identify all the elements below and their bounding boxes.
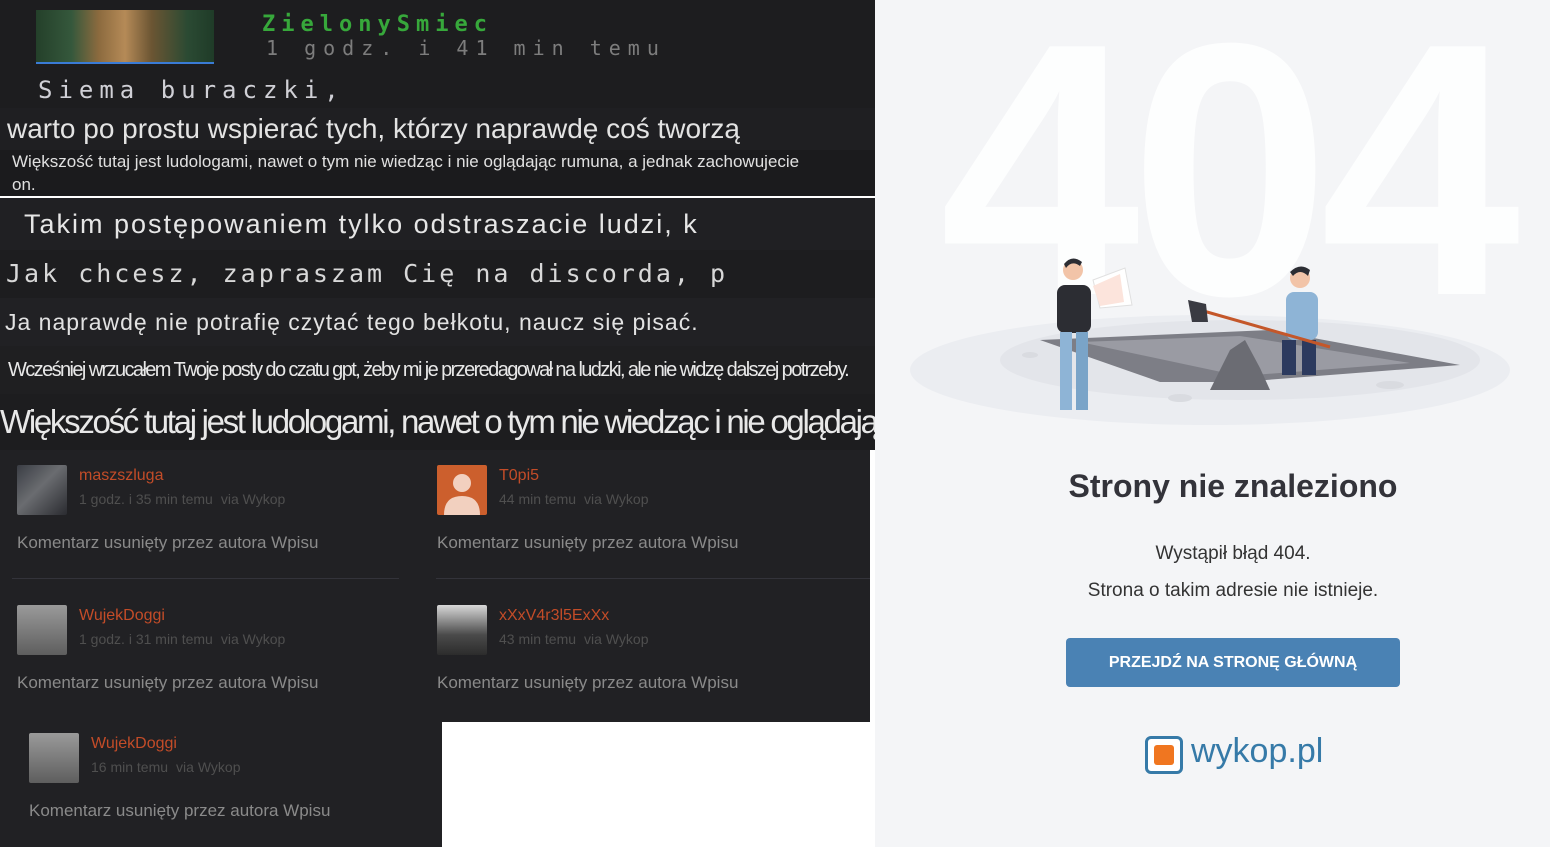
comment-time[interactable]: 16 min temu — [91, 759, 168, 775]
comment: WujekDoggi 16 min temu via Wykop Komentar… — [29, 733, 419, 853]
comment-author[interactable]: T0pi5 — [499, 467, 539, 485]
comment-text: Komentarz usunięty przez autora Wpisu — [29, 801, 331, 820]
comment-author[interactable]: maszszluga — [79, 467, 163, 485]
post-line-4: Jak chcesz, zapraszam Cię na discorda, p — [0, 250, 877, 298]
digging-workers-illustration — [910, 258, 1510, 425]
comment: xXxV4r3l5ExXx 43 min temu via Wykop Komen… — [437, 605, 827, 725]
go-home-button[interactable]: PRZEJDŹ NA STRONĘ GŁÓWNĄ — [1066, 638, 1400, 687]
post-line-1: warto po prostu wspierać tych, którzy na… — [0, 108, 877, 150]
comment-text: Komentarz usunięty przez autora Wpisu — [17, 673, 319, 692]
comment-avatar[interactable] — [17, 605, 67, 655]
comment-via[interactable]: via Wykop — [221, 491, 285, 507]
post-line-7: Większość tutaj jest ludologami, nawet o… — [0, 394, 882, 450]
comment-meta: 44 min temu via Wykop — [499, 491, 649, 507]
comment-via[interactable]: via Wykop — [584, 491, 648, 507]
post-line-6: Wcześniej wrzucałem Twoje posty do czatu… — [0, 346, 877, 394]
comment-via[interactable]: via Wykop — [584, 631, 648, 647]
post-author-avatar[interactable] — [36, 10, 214, 64]
comment-avatar[interactable] — [437, 605, 487, 655]
comment-time[interactable]: 1 godz. i 35 min temu — [79, 491, 213, 507]
default-avatar-icon — [444, 474, 480, 515]
comment-via[interactable]: via Wykop — [176, 759, 240, 775]
post-author-name[interactable]: ZielonySmiec — [262, 12, 493, 37]
comment: maszszluga 1 godz. i 35 min temu via Wyko… — [17, 465, 407, 585]
comment-time[interactable]: 43 min temu — [499, 631, 576, 647]
wykop-logo-icon — [1145, 736, 1183, 774]
comment-avatar[interactable] — [29, 733, 79, 783]
comment-time[interactable]: 44 min temu — [499, 491, 576, 507]
comment-via[interactable]: via Wykop — [221, 631, 285, 647]
comment-text: Komentarz usunięty przez autora Wpisu — [437, 533, 739, 552]
post-line-2b: on. — [0, 174, 877, 196]
post-line-greeting: Siema buraczki, — [0, 70, 877, 110]
comment: WujekDoggi 1 godz. i 31 min temu via Wyko… — [17, 605, 407, 725]
comment-author[interactable]: xXxV4r3l5ExXx — [499, 607, 609, 625]
error-description: Strona o takim adresie nie istnieje. — [1087, 580, 1379, 601]
comment-avatar[interactable] — [437, 465, 487, 515]
post-line-2: Większość tutaj jest ludologami, nawet o… — [0, 150, 877, 174]
comment-text: Komentarz usunięty przez autora Wpisu — [17, 533, 319, 552]
comment-meta: 1 godz. i 31 min temu via Wykop — [79, 631, 285, 647]
error-page: 404 Strony nie znaleziono Wystąpił błąd … — [875, 0, 1550, 847]
post-line-5: Ja naprawdę nie potrafię czytać tego beł… — [0, 298, 877, 346]
comment-meta: 43 min temu via Wykop — [499, 631, 649, 647]
wykop-logo-text: wykop.pl — [1191, 732, 1324, 770]
comment-avatar[interactable] — [17, 465, 67, 515]
comment-meta: 1 godz. i 35 min temu via Wykop — [79, 491, 285, 507]
comment-text: Komentarz usunięty przez autora Wpisu — [437, 673, 739, 692]
comment: T0pi5 44 min temu via Wykop Komentarz usu… — [437, 465, 827, 585]
comment-author[interactable]: WujekDoggi — [91, 735, 177, 753]
comment-time[interactable]: 1 godz. i 31 min temu — [79, 631, 213, 647]
error-title: Strony nie znaleziono — [1068, 468, 1398, 504]
comment-meta: 16 min temu via Wykop — [91, 759, 241, 775]
comment-author[interactable]: WujekDoggi — [79, 607, 165, 625]
post-line-3: Takim postępowaniem tylko odstraszacie l… — [0, 198, 877, 250]
error-message: Wystąpił błąd 404. — [1155, 543, 1311, 564]
post-timestamp: 1 godz. i 41 min temu — [266, 36, 666, 60]
